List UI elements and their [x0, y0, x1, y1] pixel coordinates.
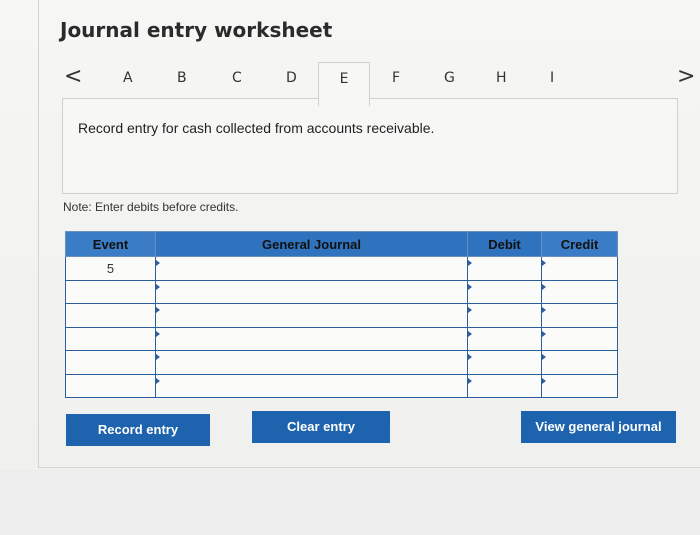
event-cell[interactable]: [65, 350, 156, 375]
prev-tab-icon[interactable]: <: [64, 64, 82, 89]
tab-g[interactable]: G: [444, 70, 455, 86]
table-row: [65, 350, 618, 375]
table-row: 5: [65, 256, 618, 281]
table-row: [65, 303, 618, 328]
clear-entry-button[interactable]: Clear entry: [252, 411, 390, 443]
tab-h[interactable]: H: [496, 70, 507, 86]
debit-input[interactable]: [467, 303, 542, 328]
entry-prompt: Record entry for cash collected from acc…: [78, 120, 435, 136]
table-row: [65, 279, 618, 304]
debit-input[interactable]: [467, 326, 542, 351]
table-row: [65, 326, 618, 351]
debit-input[interactable]: [467, 350, 542, 375]
event-cell[interactable]: [65, 303, 156, 328]
event-cell[interactable]: [65, 279, 156, 304]
tab-d[interactable]: D: [286, 70, 297, 86]
header-event: Event: [65, 231, 156, 257]
journal-table: Event General Journal Debit Credit 5: [65, 231, 618, 398]
credit-input[interactable]: [541, 303, 618, 328]
credit-input[interactable]: [541, 326, 618, 351]
credit-input[interactable]: [541, 373, 618, 398]
tab-a[interactable]: A: [123, 70, 133, 86]
debit-input[interactable]: [467, 256, 542, 281]
tab-e[interactable]: E: [318, 62, 370, 106]
event-cell[interactable]: 5: [65, 256, 156, 281]
account-dropdown[interactable]: [155, 373, 468, 398]
tab-i[interactable]: I: [550, 70, 554, 86]
account-dropdown[interactable]: [155, 326, 468, 351]
account-dropdown[interactable]: [155, 350, 468, 375]
tab-c[interactable]: C: [232, 70, 242, 86]
table-header-row: Event General Journal Debit Credit: [65, 231, 618, 257]
prompt-box: [62, 98, 678, 194]
page-title: Journal entry worksheet: [60, 18, 333, 42]
next-tab-icon[interactable]: >: [677, 64, 695, 89]
credit-input[interactable]: [541, 350, 618, 375]
header-general-journal: General Journal: [155, 231, 468, 257]
tab-f[interactable]: F: [392, 70, 400, 86]
debit-input[interactable]: [467, 279, 542, 304]
debit-input[interactable]: [467, 373, 542, 398]
header-debit: Debit: [467, 231, 542, 257]
account-dropdown[interactable]: [155, 279, 468, 304]
account-dropdown[interactable]: [155, 256, 468, 281]
credit-input[interactable]: [541, 256, 618, 281]
header-credit: Credit: [541, 231, 618, 257]
view-general-journal-button[interactable]: View general journal: [521, 411, 676, 443]
credit-input[interactable]: [541, 279, 618, 304]
note-text: Note: Enter debits before credits.: [63, 200, 239, 214]
table-row: [65, 373, 618, 398]
tab-b[interactable]: B: [177, 70, 187, 86]
event-cell[interactable]: [65, 326, 156, 351]
account-dropdown[interactable]: [155, 303, 468, 328]
event-cell[interactable]: [65, 373, 156, 398]
record-entry-button[interactable]: Record entry: [66, 414, 210, 446]
